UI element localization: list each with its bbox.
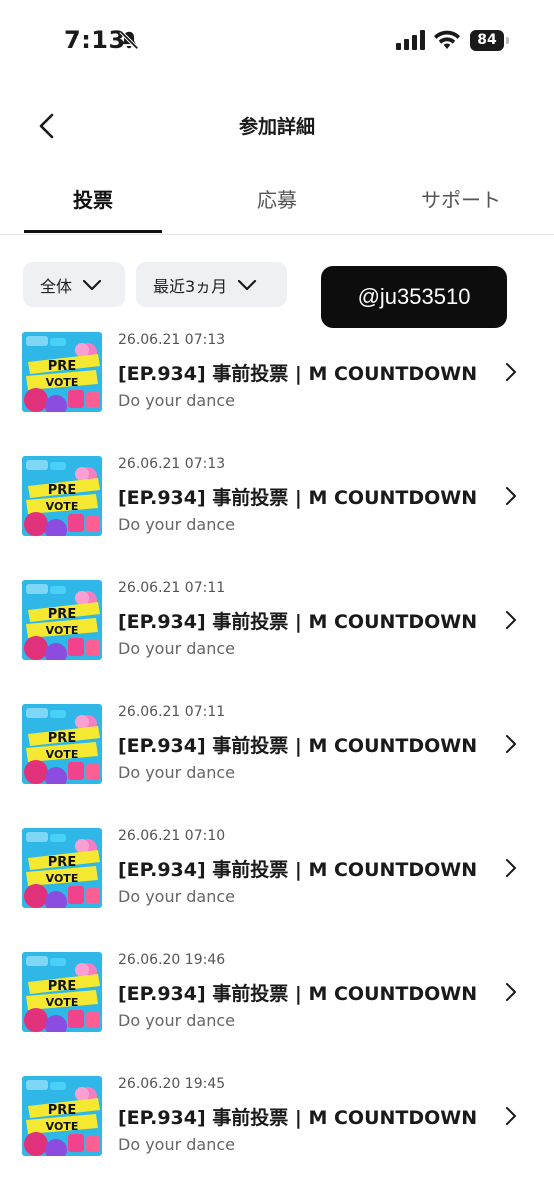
chevron-right-icon — [506, 735, 516, 753]
item-subtitle: Do your dance — [118, 1011, 235, 1030]
pre-vote-thumbnail: PRE VOTE — [22, 1076, 102, 1156]
item-title: [EP.934] 事前投票 | M COUNTDOWN — [118, 1107, 478, 1129]
thumb-text-vote: VOTE — [46, 500, 79, 513]
tab-apply[interactable]: 応募 — [208, 184, 346, 213]
item-timestamp: 26.06.21 07:11 — [118, 580, 226, 596]
thumb-text-pre: PRE — [48, 607, 76, 622]
chevron-right-icon — [506, 1107, 516, 1125]
chevron-right-icon — [506, 363, 516, 381]
chevron-down-icon — [82, 279, 102, 290]
item-subtitle: Do your dance — [118, 391, 235, 410]
pre-vote-thumbnail: PRE VOTE — [22, 828, 102, 908]
pre-vote-thumbnail: PRE VOTE — [22, 580, 102, 660]
item-subtitle: Do your dance — [118, 1135, 235, 1154]
thumb-text-vote: VOTE — [46, 872, 79, 885]
list-item[interactable]: PRE VOTE 26.06.20 19:45 [EP.934] 事前投票 | … — [0, 1069, 554, 1169]
thumb-text-pre: PRE — [48, 979, 76, 994]
wifi-icon — [434, 30, 460, 49]
battery-tip — [506, 37, 509, 44]
pre-vote-thumbnail: PRE VOTE — [22, 456, 102, 536]
item-subtitle: Do your dance — [118, 515, 235, 534]
battery-icon: 84 — [470, 30, 504, 51]
item-subtitle: Do your dance — [118, 639, 235, 658]
category-filter-dropdown[interactable]: 全体 — [23, 262, 125, 307]
item-title: [EP.934] 事前投票 | M COUNTDOWN — [118, 735, 478, 757]
period-filter-label: 最近3ヵ月 — [153, 276, 228, 296]
list-item[interactable]: PRE VOTE 26.06.21 07:13 [EP.934] 事前投票 | … — [0, 325, 554, 425]
item-timestamp: 26.06.20 19:45 — [118, 1076, 226, 1092]
thumb-text-vote: VOTE — [46, 748, 79, 761]
thumb-text-pre: PRE — [48, 1103, 76, 1118]
chevron-right-icon — [506, 983, 516, 1001]
period-filter-dropdown[interactable]: 最近3ヵ月 — [136, 262, 287, 307]
item-timestamp: 26.06.21 07:11 — [118, 704, 226, 720]
item-title: [EP.934] 事前投票 | M COUNTDOWN — [118, 859, 478, 881]
thumb-text-vote: VOTE — [46, 996, 79, 1009]
status-time: 7:13 — [64, 26, 126, 54]
chevron-right-icon — [506, 487, 516, 505]
list-item[interactable]: PRE VOTE 26.06.21 07:11 [EP.934] 事前投票 | … — [0, 697, 554, 797]
pre-vote-thumbnail: PRE VOTE — [22, 704, 102, 784]
item-subtitle: Do your dance — [118, 763, 235, 782]
thumb-text-vote: VOTE — [46, 624, 79, 637]
active-tab-indicator — [24, 230, 162, 233]
chevron-right-icon — [506, 859, 516, 877]
list-item[interactable]: PRE VOTE 26.06.20 19:46 [EP.934] 事前投票 | … — [0, 945, 554, 1045]
chevron-down-icon — [238, 279, 257, 290]
item-timestamp: 26.06.21 07:13 — [118, 456, 226, 472]
tab-bar: 投票 応募 サポート — [0, 168, 554, 235]
list-item[interactable]: PRE VOTE 26.06.21 07:11 [EP.934] 事前投票 | … — [0, 573, 554, 673]
tab-support[interactable]: サポート — [392, 184, 530, 213]
item-subtitle: Do your dance — [118, 887, 235, 906]
pre-vote-thumbnail: PRE VOTE — [22, 952, 102, 1032]
bell-slash-icon — [119, 30, 139, 50]
list-item[interactable]: PRE VOTE 26.06.21 07:13 [EP.934] 事前投票 | … — [0, 449, 554, 549]
thumb-text-vote: VOTE — [46, 376, 79, 389]
item-timestamp: 26.06.20 19:46 — [118, 952, 226, 968]
item-timestamp: 26.06.21 07:13 — [118, 332, 226, 348]
signal-icon — [396, 30, 425, 50]
list-item[interactable]: PRE VOTE 26.06.21 07:10 [EP.934] 事前投票 | … — [0, 821, 554, 921]
item-title: [EP.934] 事前投票 | M COUNTDOWN — [118, 487, 478, 509]
thumb-text-pre: PRE — [48, 483, 76, 498]
item-title: [EP.934] 事前投票 | M COUNTDOWN — [118, 611, 478, 633]
category-filter-label: 全体 — [40, 276, 73, 296]
item-title: [EP.934] 事前投票 | M COUNTDOWN — [118, 983, 478, 1005]
thumb-text-pre: PRE — [48, 359, 76, 374]
thumb-text-vote: VOTE — [46, 1120, 79, 1133]
thumb-text-pre: PRE — [48, 855, 76, 870]
item-timestamp: 26.06.21 07:10 — [118, 828, 226, 844]
thumb-text-pre: PRE — [48, 731, 76, 746]
username-watermark: @ju353510 — [321, 266, 507, 328]
tab-vote[interactable]: 投票 — [24, 184, 162, 213]
page-title: 参加詳細 — [238, 116, 315, 138]
pre-vote-thumbnail: PRE VOTE — [22, 332, 102, 412]
chevron-right-icon — [506, 611, 516, 629]
nav-header: 参加詳細 — [0, 90, 554, 158]
status-bar: 7:13 84 — [0, 0, 554, 84]
item-title: [EP.934] 事前投票 | M COUNTDOWN — [118, 363, 478, 385]
